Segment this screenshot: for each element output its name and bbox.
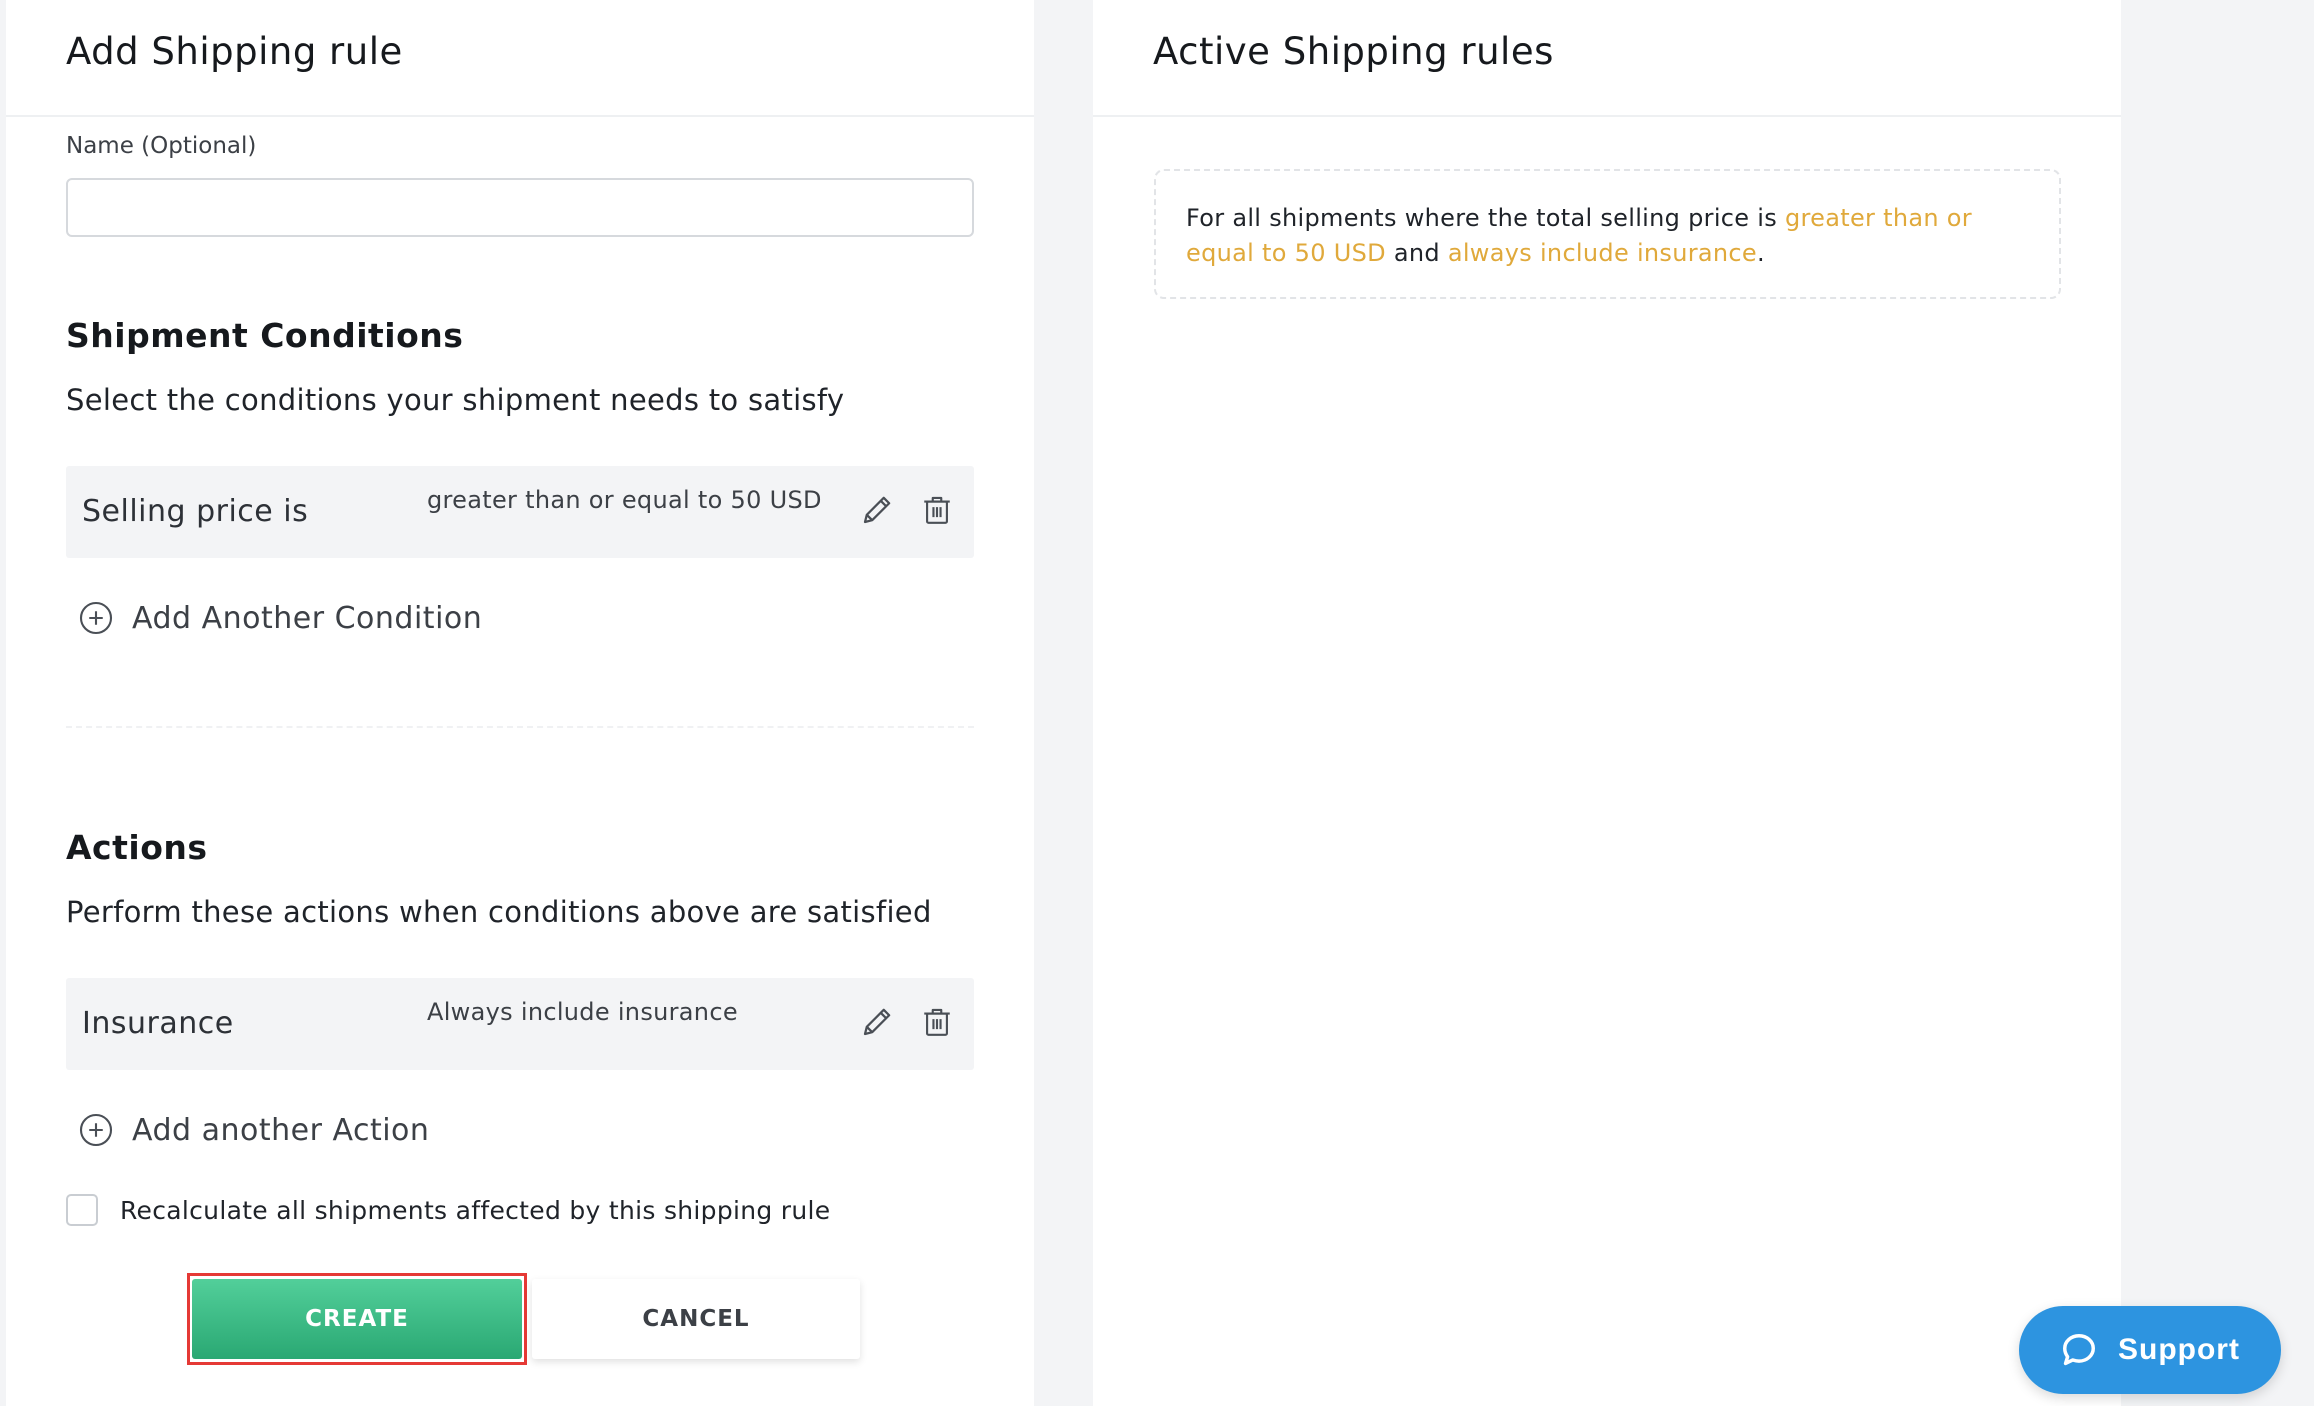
summary-joiner: and [1385,239,1448,267]
condition-value: greater than or equal to 50 USD [427,486,822,514]
add-condition-link[interactable]: Add Another Condition [78,596,482,640]
summary-action: always include insurance [1447,239,1757,267]
edit-action-button[interactable] [857,1000,897,1044]
cancel-button[interactable]: CANCEL [532,1279,860,1359]
pencil-icon [863,1008,891,1036]
rule-summary-card: For all shipments where the total sellin… [1154,169,2061,299]
conditions-subtitle: Select the conditions your shipment need… [66,383,845,417]
active-rules-title: Active Shipping rules [1153,30,1554,73]
add-action-label: Add another Action [132,1112,430,1148]
section-divider [66,726,974,728]
delete-action-button[interactable] [917,1000,957,1044]
name-field-label: Name (Optional) [66,133,257,159]
add-shipping-rule-panel: Add Shipping rule Name (Optional) Shipme… [6,0,1034,1406]
plus-circle-icon [79,1113,113,1147]
add-condition-label: Add Another Condition [132,600,483,636]
support-label: Support [2118,1333,2240,1366]
active-rules-header: Active Shipping rules [1093,0,2121,117]
name-input[interactable] [66,178,974,237]
action-value: Always include insurance [427,998,738,1026]
summary-prefix: For all shipments where the total sellin… [1186,204,1785,232]
recalculate-checkbox[interactable] [66,1194,98,1226]
recalculate-label: Recalculate all shipments affected by th… [120,1195,831,1225]
active-shipping-rules-panel: Active Shipping rules For all shipments … [1093,0,2121,1406]
condition-row: Selling price is greater than or equal t… [66,466,974,558]
trash-icon [924,1008,950,1036]
create-button[interactable]: CREATE [192,1279,522,1359]
conditions-title: Shipment Conditions [66,316,464,355]
add-rule-title: Add Shipping rule [66,30,403,73]
recalculate-option[interactable]: Recalculate all shipments affected by th… [66,1193,830,1227]
edit-condition-button[interactable] [857,488,897,532]
trash-icon [924,496,950,524]
delete-condition-button[interactable] [917,488,957,532]
support-button[interactable]: Support [2019,1306,2281,1394]
plus-circle-icon [79,601,113,635]
actions-subtitle: Perform these actions when conditions ab… [66,895,932,929]
add-rule-header: Add Shipping rule [6,0,1034,117]
action-name: Insurance [82,1006,234,1041]
pencil-icon [863,496,891,524]
chat-bubble-icon [2063,1334,2095,1366]
actions-title: Actions [66,828,208,867]
add-action-link[interactable]: Add another Action [78,1108,429,1152]
action-row: Insurance Always include insurance [66,978,974,1070]
summary-suffix: . [1756,239,1765,267]
condition-name: Selling price is [82,494,309,529]
